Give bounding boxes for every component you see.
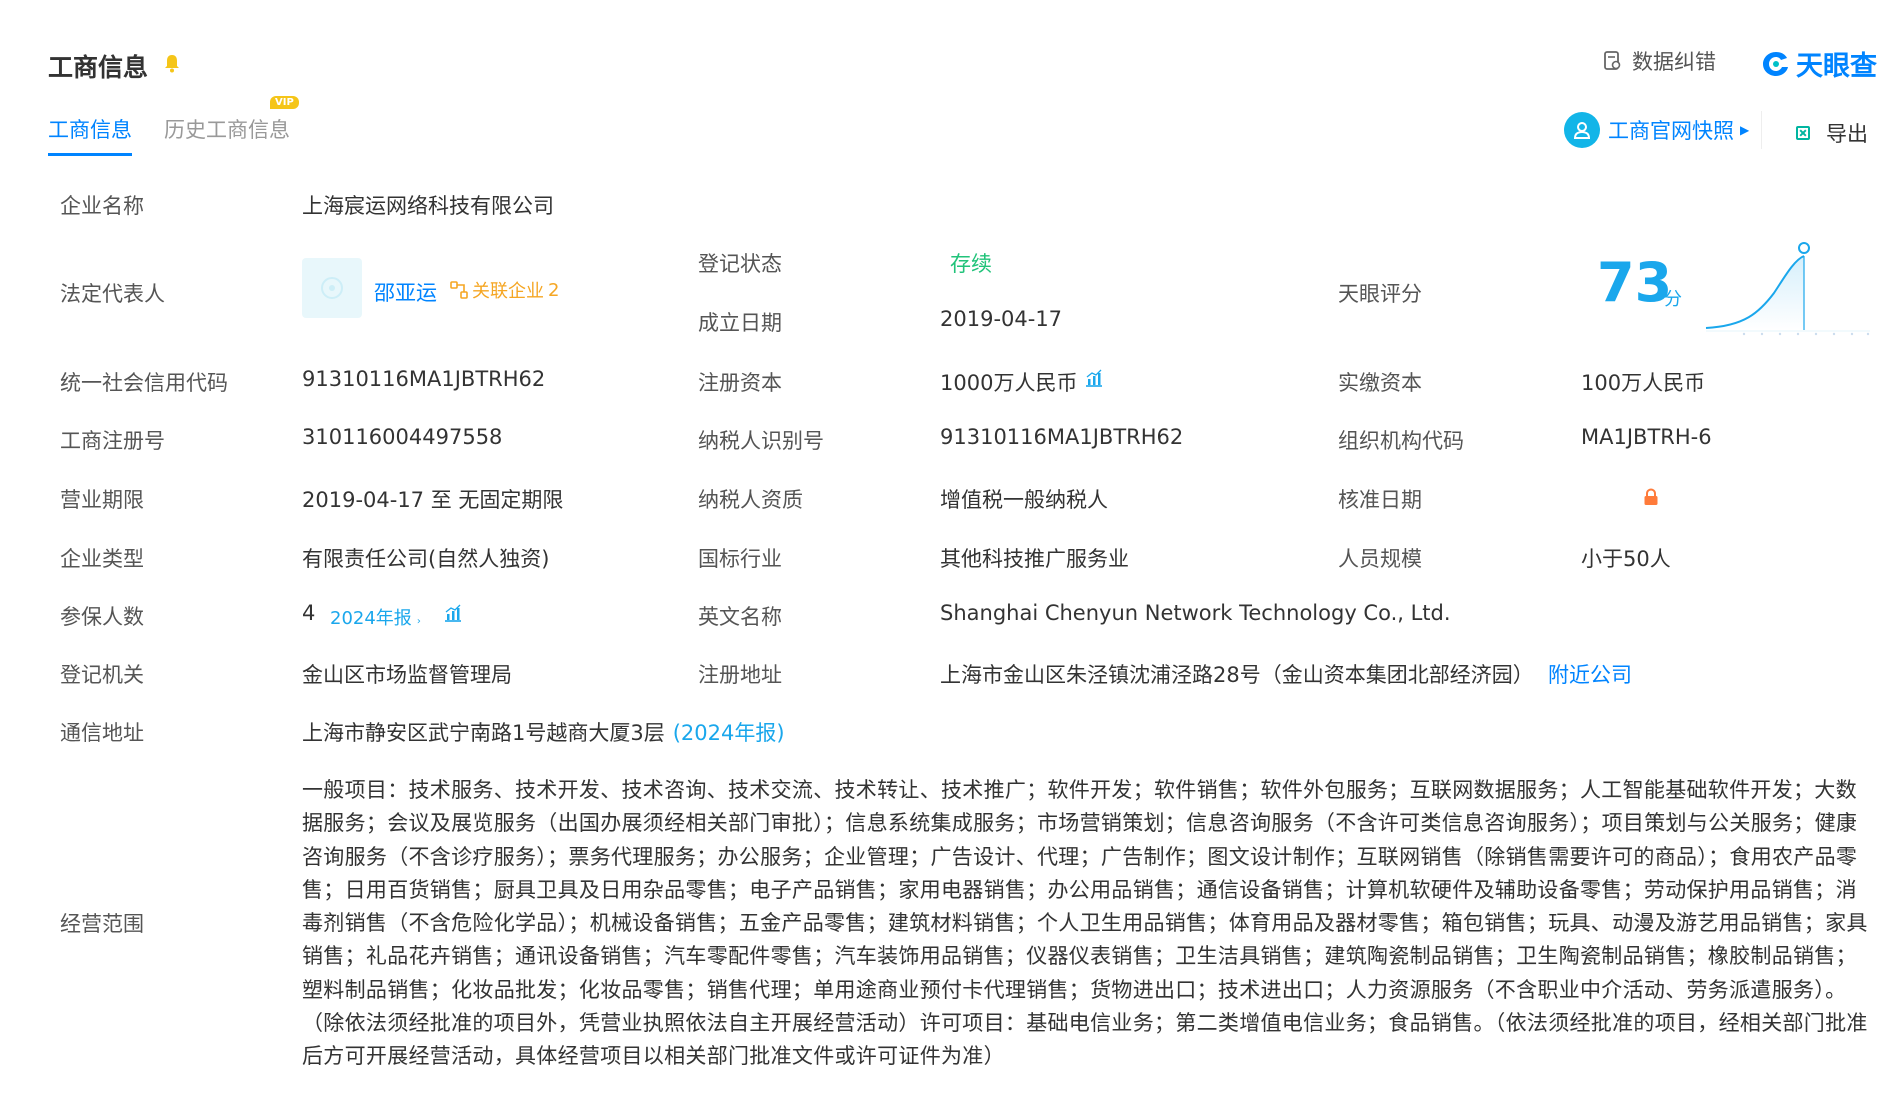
company-type-label: 企业类型 (60, 547, 144, 571)
legal-rep-label: 法定代表人 (60, 282, 165, 306)
avatar-icon (321, 277, 343, 299)
insured-count: 4 (302, 601, 316, 625)
reg-capital: 1000万人民币 (940, 371, 1078, 395)
mail-address-label: 通信地址 (60, 721, 144, 745)
score-distribution-chart[interactable] (1704, 238, 1874, 338)
chevron-right-icon: ▶ (1740, 123, 1750, 137)
tab-bar: 工商信息 历史工商信息 (48, 114, 322, 156)
brand-logo[interactable]: 天眼查 (1760, 44, 1877, 83)
insured-chart-icon[interactable] (443, 603, 463, 623)
tianyan-score-unit: 分 (1664, 289, 1682, 310)
taxpayer-id-label: 纳税人识别号 (698, 429, 824, 453)
industry-label: 国标行业 (698, 547, 782, 571)
credit-code-label: 统一社会信用代码 (60, 371, 228, 395)
export-label: 导出 (1826, 122, 1868, 146)
credit-code: 91310116MA1JBTRH62 (302, 367, 546, 391)
legal-rep-name[interactable]: 邵亚运 (374, 277, 437, 307)
company-name-label: 企业名称 (60, 194, 144, 218)
approval-date-label: 核准日期 (1338, 488, 1422, 512)
taxpayer-id: 91310116MA1JBTRH62 (940, 425, 1184, 449)
company-name: 上海宸运网络科技有限公司 (302, 194, 554, 218)
founded-label: 成立日期 (698, 311, 782, 335)
industry: 其他科技推广服务业 (940, 547, 1129, 571)
paid-capital-label: 实缴资本 (1338, 371, 1422, 395)
export-icon (1796, 126, 1810, 140)
bell-icon[interactable] (162, 52, 182, 74)
insured-report-link[interactable]: 2024年报 › (330, 604, 421, 630)
reg-address: 上海市金山区朱泾镇沈浦泾路28号（金山资本集团北部经济园） (940, 663, 1534, 687)
business-scope: 一般项目：技术服务、技术开发、技术咨询、技术交流、技术转让、技术推广；软件开发；… (302, 778, 1868, 1069)
biz-reg-no-label: 工商注册号 (60, 429, 165, 453)
capital-chart-icon[interactable] (1084, 368, 1104, 388)
official-snapshot-button[interactable]: 工商官网快照 ▶ (1564, 111, 1763, 149)
data-correct-label: 数据纠错 (1632, 50, 1716, 74)
english-name-label: 英文名称 (698, 605, 782, 629)
status-badge: 存续 (950, 252, 992, 276)
tianyan-score-label: 天眼评分 (1338, 282, 1422, 306)
avatar[interactable] (302, 258, 362, 318)
lock-icon[interactable] (1642, 488, 1660, 506)
paid-capital: 100万人民币 (1581, 371, 1706, 395)
chevron-right-icon: › (416, 616, 421, 627)
taxpayer-qual-label: 纳税人资质 (698, 488, 803, 512)
related-companies-link[interactable]: 关联企业 2 (450, 277, 559, 303)
founded-date: 2019-04-17 (940, 307, 1063, 331)
org-code-label: 组织机构代码 (1338, 429, 1464, 453)
reg-capital-label: 注册资本 (698, 371, 782, 395)
staff-size: 小于50人 (1581, 547, 1671, 571)
vip-badge: VIP (270, 96, 299, 109)
company-type: 有限责任公司(自然人独资) (302, 547, 550, 571)
authority: 金山区市场监督管理局 (302, 663, 512, 687)
tab-business-info[interactable]: 工商信息 (48, 114, 132, 156)
biz-reg-no: 310116004497558 (302, 425, 503, 449)
english-name: Shanghai Chenyun Network Technology Co.,… (940, 601, 1451, 625)
tianyan-score[interactable]: 73 (1597, 256, 1672, 310)
data-correct-button[interactable]: 数据纠错 (1604, 46, 1716, 76)
org-code: MA1JBTRH-6 (1581, 425, 1712, 449)
tab-history-business-info[interactable]: 历史工商信息 (164, 114, 290, 156)
mail-address-text: 上海市静安区武宁南路1号越商大厦3层 (302, 721, 665, 745)
related-companies-count: 2 (548, 279, 560, 301)
correct-icon (1604, 51, 1621, 70)
snapshot-icon (1564, 112, 1600, 148)
taxpayer-qual: 增值税一般纳税人 (940, 488, 1108, 512)
term-label: 营业期限 (60, 488, 144, 512)
authority-label: 登记机关 (60, 663, 144, 687)
nearby-companies-link[interactable]: 附近公司 (1548, 659, 1632, 689)
scope-label: 经营范围 (60, 912, 144, 936)
business-term: 2019-04-17 至 无固定期限 (302, 488, 564, 512)
related-icon (450, 281, 468, 299)
mail-address: 上海市静安区武宁南路1号越商大厦3层 (2024年报) (302, 717, 785, 747)
page-title: 工商信息 (48, 53, 149, 82)
reg-address-label: 注册地址 (698, 663, 782, 687)
related-companies-label: 关联企业 (472, 281, 544, 302)
insured-label: 参保人数 (60, 605, 144, 629)
export-button[interactable]: 导出 (1796, 118, 1868, 148)
reg-status-label: 登记状态 (698, 252, 782, 276)
insured-report-label: 2024年报 (330, 608, 412, 629)
brand-name: 天眼查 (1796, 51, 1877, 82)
brand-logo-icon (1763, 51, 1788, 76)
mail-address-source-link[interactable]: (2024年报) (673, 721, 785, 745)
snapshot-label: 工商官网快照 (1608, 119, 1734, 143)
staff-size-label: 人员规模 (1338, 547, 1422, 571)
